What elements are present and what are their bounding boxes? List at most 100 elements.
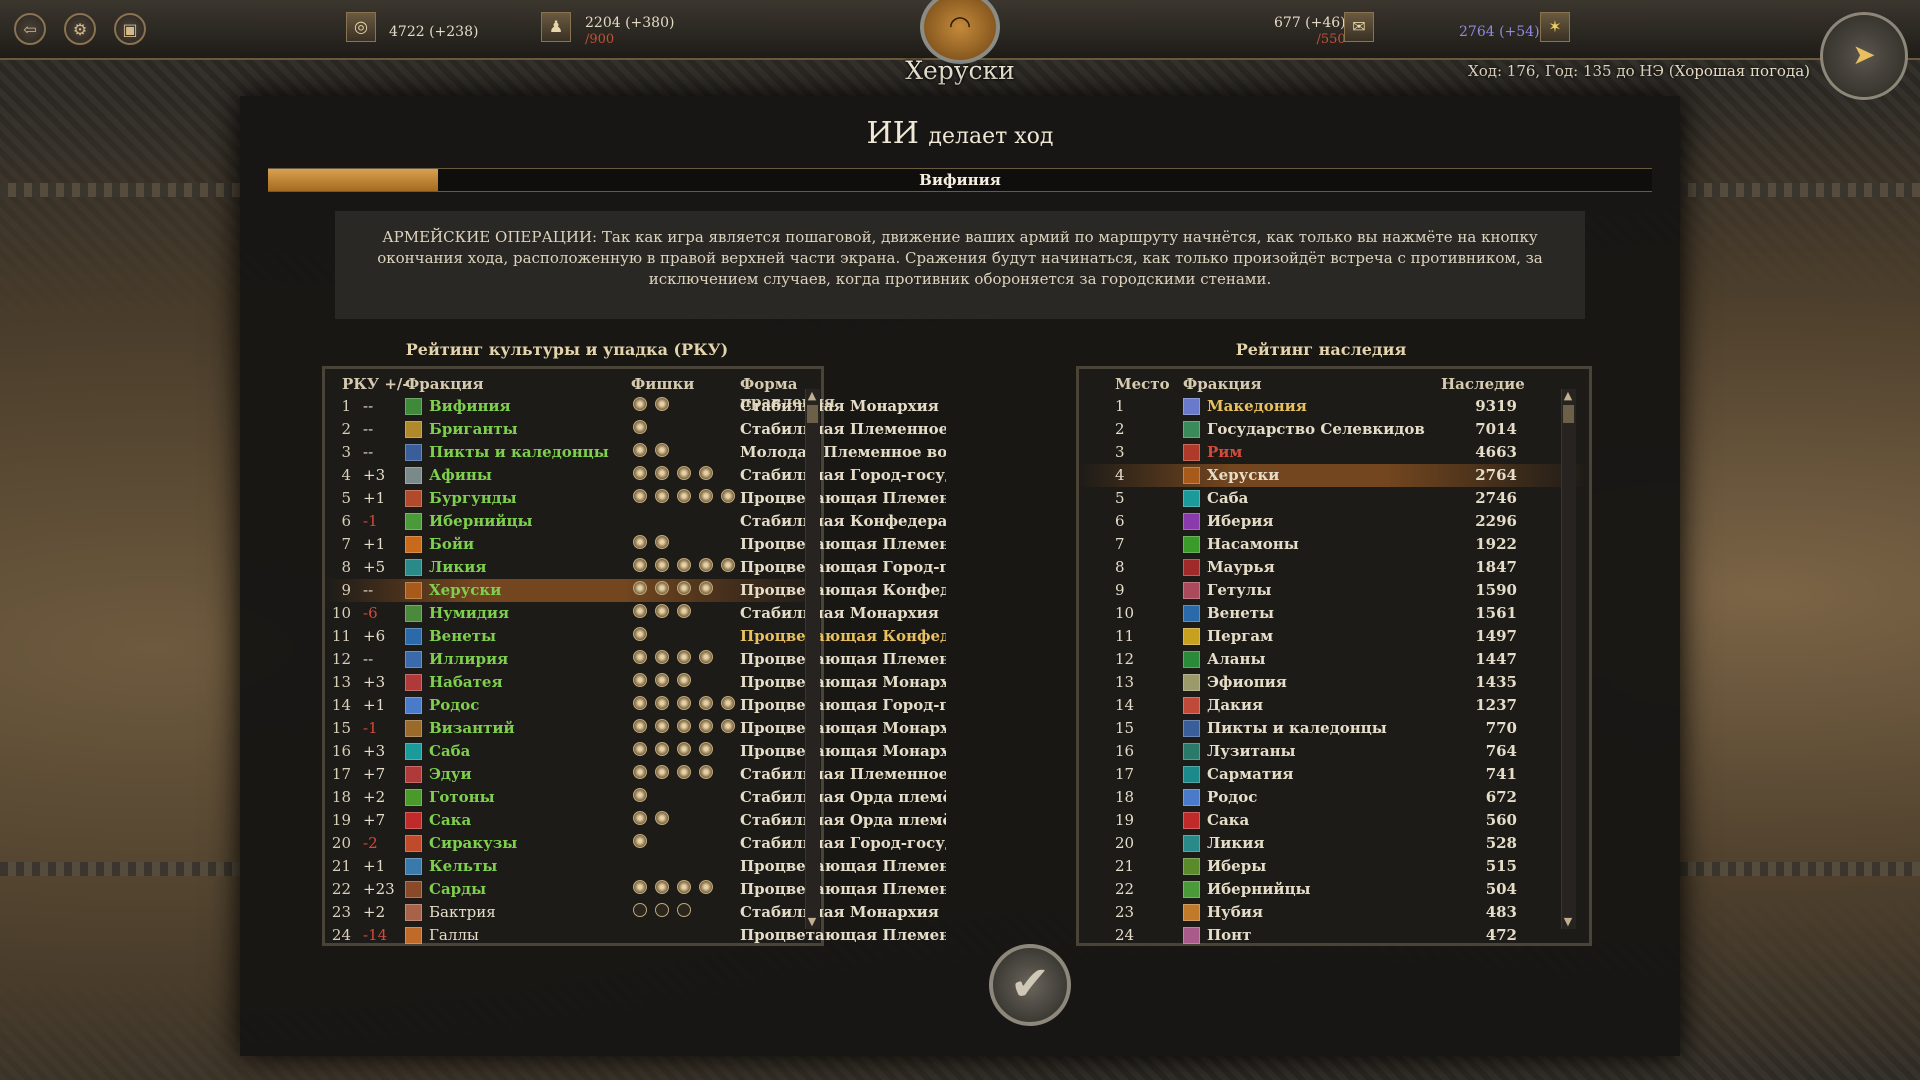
chip-icon: [633, 719, 647, 733]
table-row[interactable]: 9 -- Херуски Процветающая Конфеде: [325, 579, 946, 602]
chip-icon: [655, 719, 669, 733]
table-row[interactable]: 17 +7 Эдуи Стабильная Племенное в: [325, 763, 946, 786]
right-scrollbar[interactable]: ▲ ▼: [1561, 389, 1576, 929]
table-row[interactable]: 15 Пикты и каледонцы 770: [1079, 717, 1589, 740]
faction-name: Ибернийцы: [429, 512, 533, 530]
chip-icon: [633, 420, 647, 434]
legacy-value: 1497: [1475, 627, 1517, 645]
table-row[interactable]: 18 +2 Готоны Стабильная Орда племён: [325, 786, 946, 809]
table-row[interactable]: 14 +1 Родос Процветающая Город-го: [325, 694, 946, 717]
faction-name: Вифиния: [429, 397, 511, 415]
faction-name: Македония: [1207, 397, 1307, 415]
table-row[interactable]: 14 Дакия 1237: [1079, 694, 1589, 717]
table-row[interactable]: 11 +6 Венеты Процветающая Конфеде: [325, 625, 946, 648]
table-row[interactable]: 3 -- Пикты и каледонцы Молодая Племенное во…: [325, 441, 946, 464]
table-row[interactable]: 20 Ликия 528: [1079, 832, 1589, 855]
table-row[interactable]: 13 Эфиопия 1435: [1079, 671, 1589, 694]
place: 7: [1115, 535, 1125, 553]
scroll-up-icon[interactable]: ▲: [805, 389, 819, 403]
chip-icon: [633, 834, 647, 848]
table-row[interactable]: 22 Ибернийцы 504: [1079, 878, 1589, 901]
scroll-up-icon[interactable]: ▲: [1561, 389, 1575, 403]
scroll-thumb[interactable]: [807, 405, 818, 423]
table-row[interactable]: 21 +1 Кельты Процветающая Племенн: [325, 855, 946, 878]
faction-name: Эфиопия: [1207, 673, 1287, 691]
table-row[interactable]: 12 Аланы 1447: [1079, 648, 1589, 671]
table-row[interactable]: 3 Рим 4663: [1079, 441, 1589, 464]
exit-button[interactable]: ⇦: [14, 13, 46, 45]
place: 4: [1115, 466, 1125, 484]
table-row[interactable]: 7 +1 Бойи Процветающая Племенн: [325, 533, 946, 556]
table-row[interactable]: 19 +7 Сака Стабильная Орда племён: [325, 809, 946, 832]
table-row[interactable]: 7 Насамоны 1922: [1079, 533, 1589, 556]
faction-icon: [405, 835, 422, 852]
scroll-thumb[interactable]: [1563, 405, 1574, 423]
rank: 3: [341, 443, 351, 461]
save-button[interactable]: ▣: [114, 13, 146, 45]
table-row[interactable]: 24 Понт 472: [1079, 924, 1589, 947]
faction-icon: [405, 398, 422, 415]
table-row[interactable]: 8 Маурья 1847: [1079, 556, 1589, 579]
table-row[interactable]: 4 +3 Афины Стабильная Город-госуда: [325, 464, 946, 487]
table-row[interactable]: 1 Македония 9319: [1079, 395, 1589, 418]
table-row[interactable]: 13 +3 Набатея Процветающая Монархи: [325, 671, 946, 694]
rank: 5: [341, 489, 351, 507]
chips: [633, 788, 655, 806]
end-turn-button[interactable]: ➤: [1820, 12, 1908, 100]
settings-button[interactable]: ⚙: [64, 13, 96, 45]
table-row[interactable]: 12 -- Иллирия Процветающая Племенн: [325, 648, 946, 671]
scroll-down-icon[interactable]: ▼: [805, 915, 819, 929]
rank-delta: -1: [363, 719, 378, 737]
government: Процветающая Монархи: [740, 742, 946, 760]
place: 19: [1115, 811, 1135, 829]
place: 21: [1115, 857, 1135, 875]
table-row[interactable]: 15 -1 Византий Процветающая Монархи: [325, 717, 946, 740]
table-row[interactable]: 10 -6 Нумидия Стабильная Монархия: [325, 602, 939, 625]
legacy-value: 764: [1485, 742, 1517, 760]
table-row[interactable]: 20 -2 Сиракузы Стабильная Город-госуда: [325, 832, 946, 855]
chips: [633, 811, 677, 829]
confirm-button[interactable]: ✔: [989, 944, 1071, 1026]
table-row[interactable]: 19 Сака 560: [1079, 809, 1589, 832]
table-row[interactable]: 18 Родос 672: [1079, 786, 1589, 809]
table-row[interactable]: 6 -1 Ибернийцы Стабильная Конфедерац: [325, 510, 946, 533]
chip-icon: [677, 719, 691, 733]
government: Процветающая Племенн: [740, 926, 946, 944]
table-row[interactable]: 5 +1 Бургунды Процветающая Племенн: [325, 487, 946, 510]
chips: [633, 673, 699, 691]
scroll-down-icon[interactable]: ▼: [1561, 915, 1575, 929]
table-row[interactable]: 6 Иберия 2296: [1079, 510, 1589, 533]
left-scrollbar[interactable]: ▲ ▼: [805, 389, 820, 929]
table-row[interactable]: 23 Нубия 483: [1079, 901, 1589, 924]
table-row[interactable]: 1 -- Вифиния Стабильная Монархия: [325, 395, 939, 418]
table-row[interactable]: 11 Пергам 1497: [1079, 625, 1589, 648]
faction-name: Кельты: [429, 857, 498, 875]
rank: 14: [331, 696, 351, 714]
title-small: делает ход: [928, 124, 1054, 149]
table-row[interactable]: 2 -- Бриганты Стабильная Племенное в: [325, 418, 946, 441]
table-row[interactable]: 17 Сарматия 741: [1079, 763, 1589, 786]
table-row[interactable]: 23 +2 Бактрия Стабильная Монархия: [325, 901, 939, 924]
government: Процветающая Племенн: [740, 880, 946, 898]
faction-icon: [1183, 674, 1200, 691]
chip-icon: [699, 719, 713, 733]
header-rank: РКУ +/-: [342, 375, 409, 393]
table-row[interactable]: 8 +5 Ликия Процветающая Город-го: [325, 556, 946, 579]
table-row[interactable]: 21 Иберы 515: [1079, 855, 1589, 878]
chip-icon: [633, 558, 647, 572]
progress-label: Вифиния: [919, 171, 1001, 189]
table-row[interactable]: 10 Венеты 1561: [1079, 602, 1589, 625]
faction-name: Ликия: [429, 558, 487, 576]
chip-icon: [699, 650, 713, 664]
table-row[interactable]: 16 Лузитаны 764: [1079, 740, 1589, 763]
table-row[interactable]: 2 Государство Селевкидов 7014: [1079, 418, 1589, 441]
table-row[interactable]: 22 +23 Сарды Процветающая Племенн: [325, 878, 946, 901]
faction-icon: [405, 628, 422, 645]
table-row[interactable]: 4 Херуски 2764: [1079, 464, 1589, 487]
table-row[interactable]: 16 +3 Саба Процветающая Монархи: [325, 740, 946, 763]
table-row[interactable]: 5 Саба 2746: [1079, 487, 1589, 510]
table-row[interactable]: 9 Гетулы 1590: [1079, 579, 1589, 602]
table-row[interactable]: 24 -14 Галлы Процветающая Племенн: [325, 924, 946, 947]
chip-icon: [721, 719, 735, 733]
legacy-value: 672: [1485, 788, 1517, 806]
